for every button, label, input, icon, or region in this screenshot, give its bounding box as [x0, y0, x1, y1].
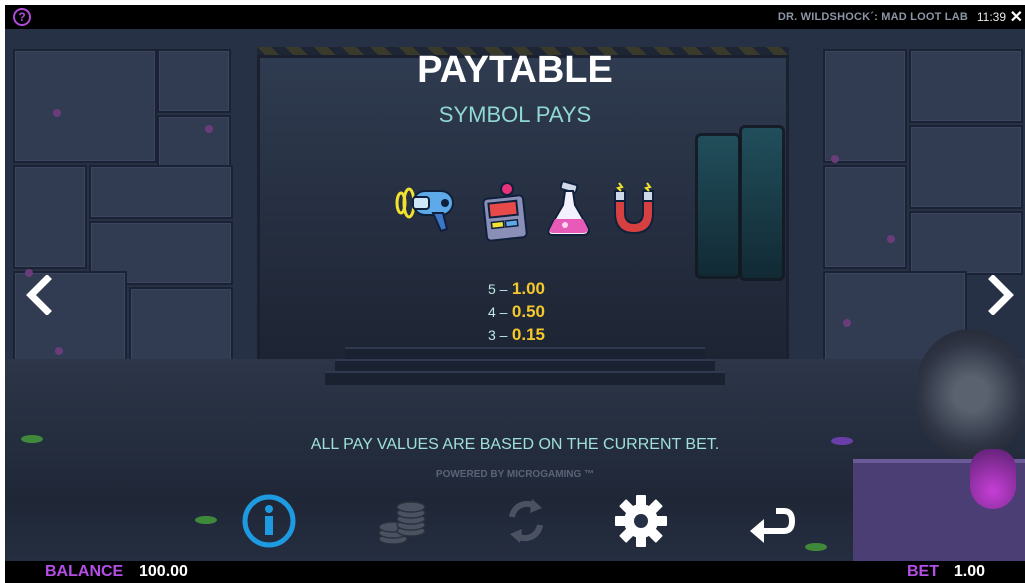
page-title: PAYTABLE	[417, 49, 613, 91]
wall-bolt	[843, 319, 851, 327]
refresh-icon	[509, 499, 543, 543]
remote-control-icon	[482, 182, 528, 242]
return-arrow-icon	[750, 508, 796, 543]
powered-by-text: POWERED BY MICROGAMING ™	[435, 469, 595, 480]
magnet-icon	[614, 182, 654, 235]
info-icon	[242, 494, 296, 548]
clock: 11:39	[976, 10, 1006, 24]
balance-label: BALANCE	[45, 563, 124, 580]
game-window: ? DR. WILDSHOCK´: MAD LOOT LAB 11:39 ✕ P…	[5, 5, 1025, 583]
info-button[interactable]	[239, 491, 299, 551]
pay-symbol-count: 3 –	[488, 327, 508, 343]
stair-step	[325, 371, 725, 385]
top-bar: ? DR. WILDSHOCK´: MAD LOOT LAB 11:39 ✕	[5, 5, 1025, 29]
floor-gem	[195, 516, 217, 524]
potion-flask-icon	[547, 180, 591, 236]
pay-row: 3 – 0.15	[488, 325, 545, 348]
floor-gem	[805, 543, 827, 551]
pay-value: 0.50	[511, 302, 546, 321]
close-button[interactable]: ✕	[1010, 7, 1023, 27]
gear-icon	[615, 495, 667, 547]
chevron-right-icon[interactable]	[983, 275, 1017, 315]
pay-symbol-count: 4 –	[488, 304, 508, 320]
back-button[interactable]	[740, 491, 800, 551]
pay-value: 1.00	[511, 279, 546, 298]
symbol-group	[5, 177, 1025, 247]
bottom-bar: BALANCE 100.00 BET 1.00	[5, 561, 1025, 583]
coins-button[interactable]	[373, 491, 433, 551]
coins-icon	[378, 501, 426, 545]
bet-value: 1.00	[953, 563, 985, 580]
chevron-left-icon[interactable]	[23, 275, 57, 315]
game-title: DR. WILDSHOCK´: MAD LOOT LAB	[777, 11, 968, 23]
pay-value: 0.15	[511, 325, 546, 344]
section-subtitle: SYMBOL PAYS	[438, 102, 592, 127]
bet-label: BET	[907, 563, 939, 580]
balance-value: 100.00	[139, 563, 188, 580]
settings-button[interactable]	[611, 491, 671, 551]
autoplay-button[interactable]	[496, 491, 556, 551]
pay-row: 4 – 0.50	[488, 302, 545, 325]
pay-values-note: ALL PAY VALUES ARE BASED ON THE CURRENT …	[310, 436, 720, 453]
wall-bolt	[55, 347, 63, 355]
pay-row: 5 – 1.00	[488, 279, 545, 302]
help-button[interactable]: ?	[13, 8, 31, 26]
wall-bolt	[831, 155, 839, 163]
pay-symbol-count: 5 –	[488, 281, 508, 297]
ray-gun-icon	[395, 187, 454, 233]
